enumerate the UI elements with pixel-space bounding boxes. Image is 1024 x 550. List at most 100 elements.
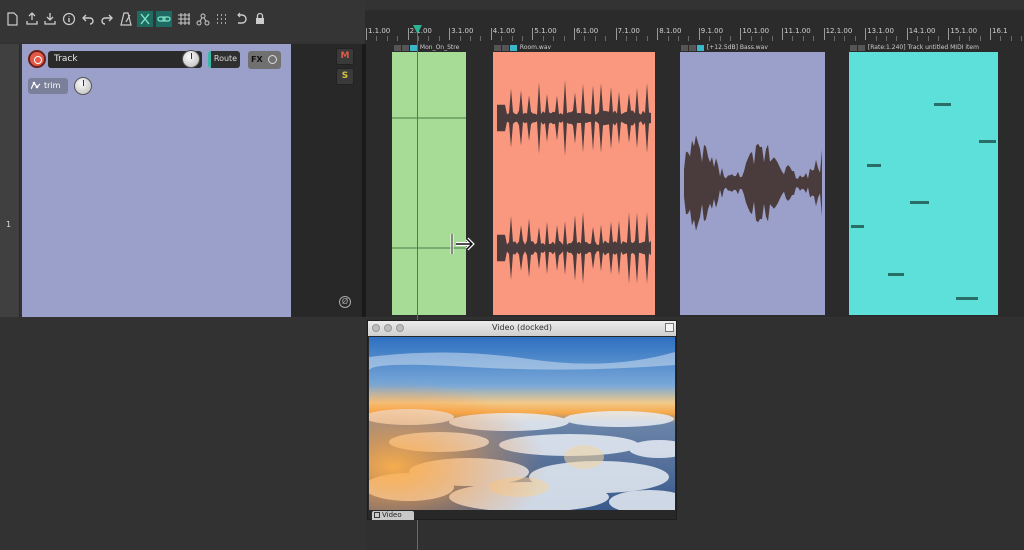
ruler-minor-tick	[584, 36, 586, 41]
ruler-minor-tick	[802, 36, 804, 41]
save-project-icon[interactable]	[42, 11, 58, 27]
ruler-label: 3.1.00	[451, 27, 474, 35]
automation-mode-label: trim	[44, 81, 61, 90]
ruler-minor-tick	[459, 36, 461, 41]
ruler-minor-tick	[854, 36, 856, 41]
item-fx-icon	[858, 44, 865, 51]
pan-knob[interactable]	[74, 77, 92, 95]
item-lock-icon	[394, 44, 401, 51]
item-lock-icon	[681, 44, 688, 51]
link-icon[interactable]	[156, 11, 172, 27]
track-mute-solo-column: M S Ø	[291, 44, 362, 317]
ruler-label: 11.1.00	[784, 27, 811, 35]
video-window-titlebar[interactable]: Video (docked)	[368, 321, 676, 336]
open-project-icon[interactable]	[24, 11, 40, 27]
group-icon[interactable]	[195, 11, 211, 27]
lock-icon[interactable]	[252, 11, 268, 27]
route-button[interactable]: Route	[208, 51, 240, 68]
metronome-icon[interactable]	[118, 11, 134, 27]
ruler-minor-tick	[522, 36, 523, 41]
track-control-panel[interactable]: Track Route FX trim	[22, 44, 291, 317]
ruler-tick	[615, 28, 617, 40]
ruler-minor-tick	[626, 36, 627, 41]
ruler-minor-tick	[771, 36, 773, 41]
solo-button[interactable]: S	[336, 68, 354, 85]
media-item[interactable]	[493, 52, 655, 315]
mute-button[interactable]: M	[336, 48, 354, 65]
volume-knob[interactable]	[182, 50, 200, 68]
item-take-icon	[410, 44, 417, 51]
media-item[interactable]	[680, 52, 825, 315]
waveform-path	[497, 80, 651, 156]
minimize-window-icon[interactable]	[384, 324, 392, 332]
close-window-icon[interactable]	[372, 324, 380, 332]
undo-icon[interactable]	[80, 11, 96, 27]
ruler-label: 12.1.00	[825, 27, 853, 35]
automation-mode-button[interactable]: trim	[28, 78, 68, 94]
item-name: [+12.5dB] Bass.wav	[706, 44, 768, 51]
ruler-label: 9.1.00	[700, 27, 724, 35]
ruler-label: 2.1.00	[409, 27, 432, 35]
ruler-minor-tick	[511, 36, 513, 41]
track-name-field[interactable]: Track	[48, 51, 202, 68]
ruler-minor-tick	[542, 36, 544, 41]
ruler-minor-tick	[397, 36, 399, 41]
ruler-label: 15.1.00	[950, 27, 978, 35]
ruler-label: 1.1.00	[368, 27, 391, 35]
item-fx-icon	[689, 44, 696, 51]
redo-icon[interactable]	[99, 11, 115, 27]
new-project-icon[interactable]	[4, 11, 20, 27]
zoom-window-icon[interactable]	[396, 324, 404, 332]
midi-item[interactable]	[849, 52, 998, 315]
ruler-minor-tick	[428, 36, 430, 41]
resize-cursor-icon	[450, 234, 475, 254]
window-resize-icon[interactable]	[665, 323, 674, 332]
ruler-tick	[574, 28, 575, 40]
ruler-tick	[948, 28, 950, 40]
ripple-edit-icon[interactable]	[137, 11, 153, 27]
ruler-minor-tick	[969, 36, 971, 41]
ruler-minor-tick	[979, 36, 981, 41]
fx-label: FX	[251, 55, 263, 64]
ruler-minor-tick	[761, 36, 763, 41]
ruler-tick	[782, 28, 783, 40]
loop-icon[interactable]	[233, 11, 249, 27]
fx-button[interactable]: FX	[248, 51, 281, 69]
arrange-view[interactable]: Mon_On_Stre Room.wav [+12.5dB] Bass.wav …	[366, 44, 1024, 317]
item-name: [Rate:1.240] Track untitled MIDI item	[867, 44, 979, 51]
ruler-minor-tick	[594, 36, 596, 41]
info-icon[interactable]	[61, 11, 77, 27]
item-fx-icon	[402, 44, 409, 51]
video-window[interactable]: Video (docked) Video	[367, 320, 677, 520]
ruler-minor-tick	[917, 36, 919, 41]
ruler-label: 5.1.00	[534, 27, 557, 35]
phase-invert-icon[interactable]: Ø	[339, 296, 351, 308]
item-name: Room.wav	[519, 44, 552, 51]
item-fx-icon	[502, 44, 509, 51]
waveform-display	[392, 117, 466, 249]
ruler-minor-tick	[667, 36, 669, 41]
track-number: 1	[6, 220, 12, 229]
media-item[interactable]	[392, 52, 466, 315]
fx-bypass-icon[interactable]	[268, 55, 277, 64]
envelope-icon	[31, 81, 41, 90]
ruler-minor-tick	[719, 36, 721, 41]
item-lock-icon	[494, 44, 501, 51]
ruler-label: 14.1.00	[908, 27, 936, 35]
video-tab-label: Video	[382, 511, 402, 519]
ruler-tick	[990, 28, 991, 40]
ruler-minor-tick	[896, 36, 898, 41]
grid-icon[interactable]	[176, 11, 192, 27]
timeline-ruler[interactable]: 1.1.00 2.1.00 3.1.00 4.1.00 5.1.00 6.1.00 7.1.…	[365, 10, 1024, 44]
track-number-strip[interactable]: 1	[0, 44, 20, 317]
ruler-minor-tick	[553, 36, 555, 41]
snap-icon[interactable]	[214, 11, 230, 27]
ruler-tick	[407, 28, 409, 40]
waveform-display	[684, 135, 822, 231]
record-arm-button[interactable]	[28, 50, 46, 68]
video-dock-tab[interactable]: Video	[372, 511, 414, 520]
ruler-minor-tick	[418, 36, 419, 41]
ruler-minor-tick	[750, 36, 752, 41]
ruler-minor-tick	[646, 36, 648, 41]
ruler-tick	[490, 28, 492, 40]
